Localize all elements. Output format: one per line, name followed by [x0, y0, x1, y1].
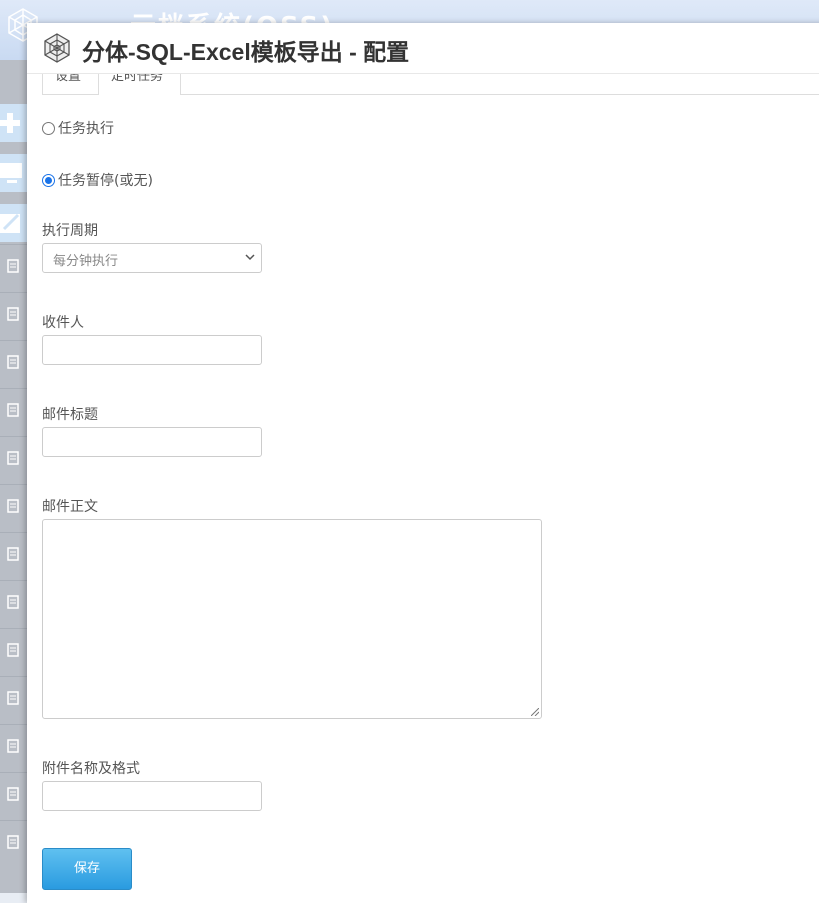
spiderweb-icon	[44, 33, 70, 63]
recipient-input[interactable]	[42, 335, 262, 365]
period-select[interactable]: 每分钟执行	[42, 243, 262, 273]
sidebar-separator	[0, 388, 27, 389]
dialog-header: 分体-SQL-Excel模板导出 - 配置	[27, 23, 819, 74]
sidebar-separator	[0, 772, 27, 773]
sidebar-separator	[0, 580, 27, 581]
sidebar-monitor-button[interactable]	[0, 154, 27, 192]
resize-handle-icon[interactable]	[531, 708, 539, 716]
sidebar-document-icon[interactable]	[6, 546, 22, 562]
sidebar-document-icon[interactable]	[6, 834, 22, 850]
dialog-title: 分体-SQL-Excel模板导出 - 配置	[82, 39, 410, 65]
task-pause-radio[interactable]	[42, 173, 55, 187]
sidebar-separator	[0, 724, 27, 725]
task-pause-label: 任务暂停(或无)	[58, 173, 153, 189]
chevron-down-icon	[245, 254, 255, 261]
sidebar-document-icon[interactable]	[6, 642, 22, 658]
edit-icon	[0, 213, 20, 233]
tab-settings[interactable]: 设置	[42, 71, 99, 94]
body-textarea[interactable]	[42, 519, 542, 719]
sidebar-document-icon[interactable]	[6, 450, 22, 466]
sidebar-separator	[0, 292, 27, 293]
sidebar-edit-button[interactable]	[0, 204, 27, 242]
attachment-input[interactable]	[42, 781, 262, 811]
sidebar-separator	[0, 484, 27, 485]
sidebar-separator	[0, 820, 27, 821]
save-button[interactable]: 保存	[42, 848, 132, 890]
sidebar-add-button[interactable]	[0, 104, 27, 142]
recipient-label: 收件人	[42, 315, 84, 331]
tab-scheduled-task[interactable]: 定时任务	[98, 71, 181, 95]
config-dialog: 分体-SQL-Excel模板导出 - 配置 设置 定时任务 任务执行 任务暂停(…	[27, 23, 819, 903]
sidebar-separator	[0, 340, 27, 341]
sidebar-document-icon[interactable]	[6, 354, 22, 370]
sidebar-separator	[0, 532, 27, 533]
period-select-value: 每分钟执行	[53, 254, 119, 269]
sidebar-document-icon[interactable]	[6, 258, 22, 274]
sidebar-document-icon[interactable]	[6, 690, 22, 706]
sidebar-document-icon[interactable]	[6, 738, 22, 754]
plus-icon	[0, 113, 20, 133]
sidebar-document-icon[interactable]	[6, 594, 22, 610]
sidebar-document-icon[interactable]	[6, 786, 22, 802]
sidebar-separator	[0, 676, 27, 677]
sidebar-separator	[0, 628, 27, 629]
subject-label: 邮件标题	[42, 407, 98, 423]
sidebar-separator	[0, 436, 27, 437]
sidebar	[0, 60, 27, 893]
sidebar-document-icon[interactable]	[6, 498, 22, 514]
attachment-label: 附件名称及格式	[42, 761, 140, 777]
tab-bar: 设置 定时任务	[42, 71, 819, 95]
sidebar-document-icon[interactable]	[6, 306, 22, 322]
task-run-radio[interactable]	[42, 121, 55, 135]
period-label: 执行周期	[42, 223, 98, 239]
sidebar-document-icon[interactable]	[6, 402, 22, 418]
body-label: 邮件正文	[42, 499, 98, 515]
monitor-icon	[0, 163, 22, 183]
subject-input[interactable]	[42, 427, 262, 457]
task-pause-option[interactable]: 任务暂停(或无)	[42, 170, 153, 190]
task-run-option[interactable]: 任务执行	[42, 118, 114, 138]
sidebar-separator	[0, 244, 27, 245]
task-run-label: 任务执行	[58, 121, 114, 137]
